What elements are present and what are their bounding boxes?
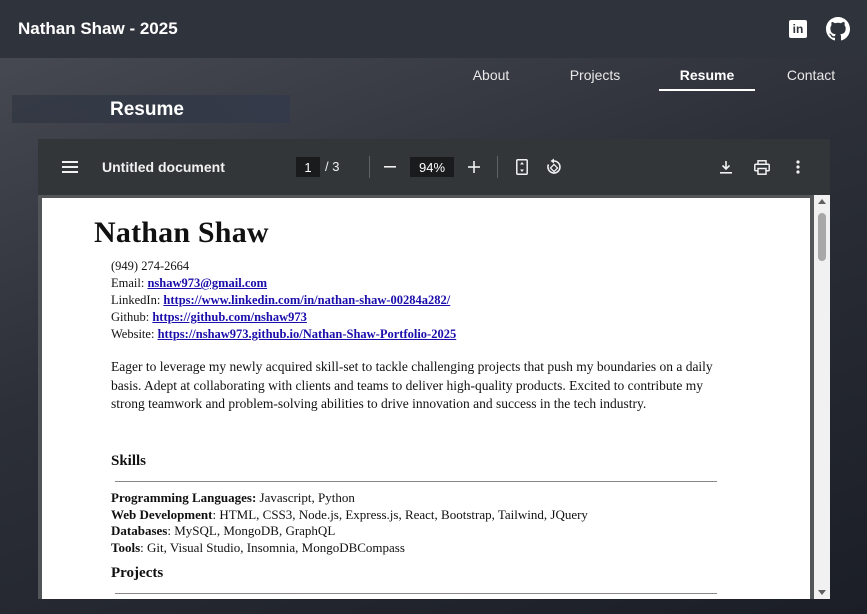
page-number-input[interactable]: 1 <box>296 157 320 177</box>
social-links: in <box>785 16 851 42</box>
download-icon[interactable] <box>715 156 737 178</box>
email-line: Email: nshaw973@gmail.com <box>111 275 456 292</box>
linkedin-icon[interactable]: in <box>785 16 811 42</box>
section-divider <box>115 593 717 594</box>
scroll-thumb[interactable] <box>818 213 826 261</box>
skill-label: Tools <box>111 539 141 555</box>
phone-number: (949) 274-2664 <box>111 259 190 273</box>
skill-row: Web Development: HTML, CSS3, Node.js, Ex… <box>111 507 588 524</box>
skills-heading: Skills <box>111 453 147 469</box>
github-line: Github: https://github.com/nshaw973 <box>111 309 456 326</box>
website-link[interactable]: https://nshaw973.github.io/Nathan-Shaw-P… <box>158 327 457 341</box>
skills-list: Programming Languages: Javascript, Pytho… <box>111 490 588 556</box>
email-link[interactable]: nshaw973@gmail.com <box>147 276 267 290</box>
email-label: Email: <box>111 276 148 290</box>
scroll-down-arrow-icon[interactable] <box>818 590 826 595</box>
section-divider <box>115 481 717 482</box>
rotate-icon[interactable] <box>543 156 565 178</box>
pdf-scrollbar[interactable] <box>814 195 830 599</box>
fit-page-icon[interactable] <box>512 156 532 178</box>
pdf-viewer: Untitled document 1 / 3 94% Nathan Shaw <box>38 139 830 599</box>
print-icon[interactable] <box>751 156 773 178</box>
pdf-page: Nathan Shaw (949) 274-2664 Email: nshaw9… <box>42 198 810 599</box>
skill-row: Tools: Git, Visual Studio, Insomnia, Mon… <box>111 540 588 557</box>
brand-title[interactable]: Nathan Shaw - 2025 <box>18 19 178 39</box>
summary-text: Eager to leverage my newly acquired skil… <box>111 359 713 411</box>
github-link[interactable]: https://github.com/nshaw973 <box>152 310 307 324</box>
nav-projects[interactable]: Projects <box>531 58 659 91</box>
menu-icon[interactable] <box>58 156 82 178</box>
nav-contact[interactable]: Contact <box>755 58 867 91</box>
page-total: / 3 <box>325 159 340 174</box>
top-bar: Nathan Shaw - 2025 in <box>0 0 867 58</box>
document-title: Untitled document <box>102 159 225 175</box>
skill-label: Databases <box>111 523 168 538</box>
skill-label: Programming Languages: <box>111 490 257 505</box>
scroll-up-arrow-icon[interactable] <box>818 199 826 204</box>
toolbar-divider <box>369 156 370 178</box>
skill-row: Programming Languages: Javascript, Pytho… <box>111 490 588 507</box>
github-label: Github: <box>111 310 153 324</box>
linkedin-link[interactable]: https://www.linkedin.com/in/nathan-shaw-… <box>163 293 450 307</box>
section-title: Resume <box>110 99 184 120</box>
projects-heading: Projects <box>111 565 164 581</box>
website-label: Website: <box>111 327 158 341</box>
linkedin-label: LinkedIn: <box>111 293 164 307</box>
contact-info: (949) 274-2664 Email: nshaw973@gmail.com… <box>111 258 456 343</box>
skill-row: Databases: MySQL, MongoDB, GraphQL <box>111 523 588 540</box>
more-options-icon[interactable] <box>787 156 809 178</box>
zoom-in-icon[interactable] <box>464 156 484 178</box>
skill-value: : MySQL, MongoDB, GraphQL <box>167 523 336 538</box>
website-line: Website: https://nshaw973.github.io/Nath… <box>111 326 456 343</box>
linkedin-glyph: in <box>789 20 807 38</box>
nav-about[interactable]: About <box>451 58 531 91</box>
zoom-out-icon[interactable] <box>380 156 400 178</box>
github-logo <box>826 17 850 41</box>
linkedin-line: LinkedIn: https://www.linkedin.com/in/na… <box>111 292 456 309</box>
resume-name: Nathan Shaw <box>94 216 269 249</box>
github-icon[interactable] <box>825 16 851 42</box>
pdf-toolbar: Untitled document 1 / 3 94% <box>38 139 830 195</box>
zoom-input[interactable]: 94% <box>410 157 454 177</box>
main-nav: About Projects Resume Contact <box>451 58 867 94</box>
toolbar-divider <box>497 156 498 178</box>
nav-resume[interactable]: Resume <box>659 58 755 91</box>
skill-value: : Git, Visual Studio, Insomnia, MongoDBC… <box>140 539 405 555</box>
skill-value: Javascript, Python <box>256 490 355 505</box>
skill-value: : HTML, CSS3, Node.js, Express.js, React… <box>212 506 588 522</box>
skill-label: Web Development <box>111 506 213 522</box>
